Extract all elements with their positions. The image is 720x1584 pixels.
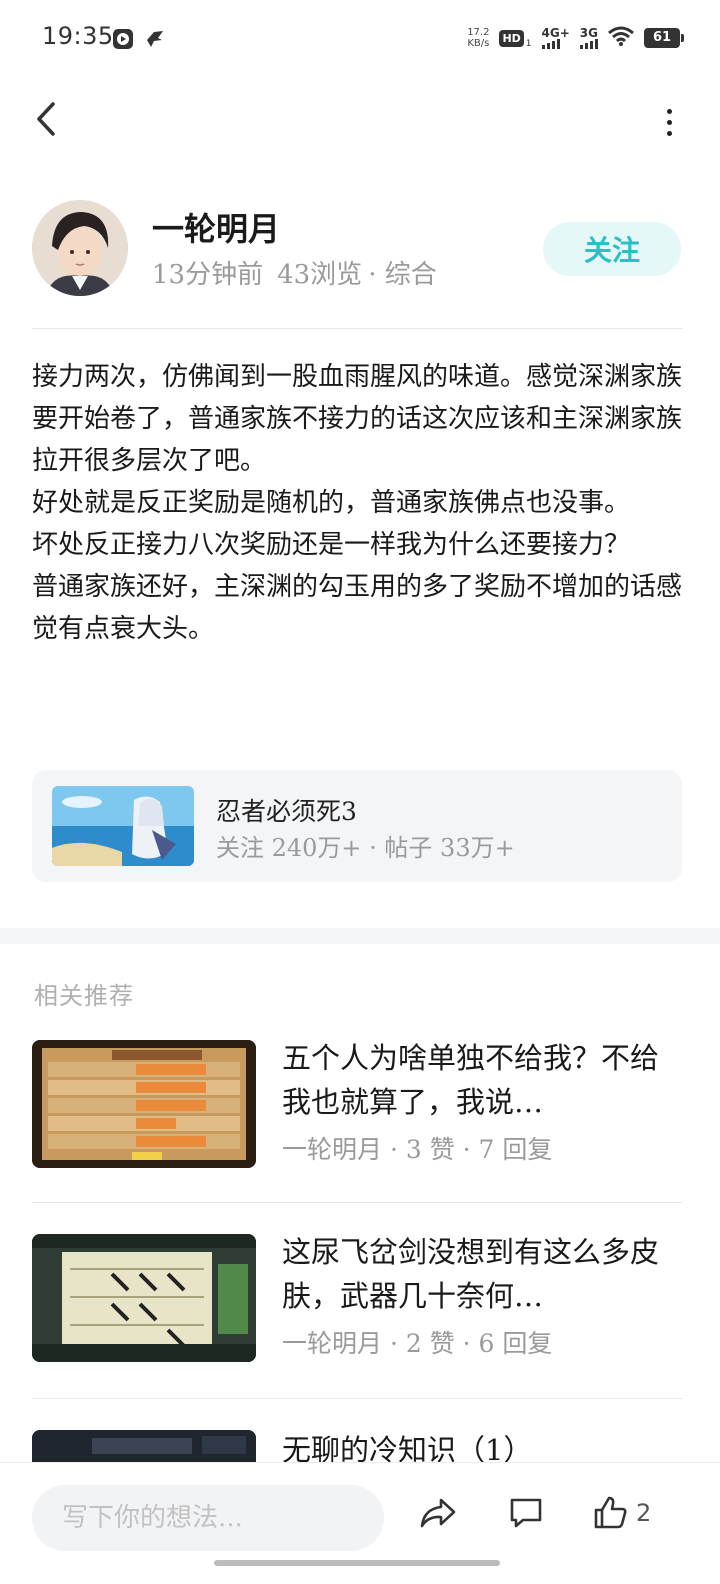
- signal-4g: 4G+: [541, 26, 570, 49]
- signal-3g: 3G: [579, 26, 598, 49]
- post-time: 13分钟前: [152, 260, 264, 290]
- game-meta: 关注 240万+ · 帖子 33万+: [216, 834, 515, 862]
- status-indicators: 17.2 KB/s HD 1 4G+ 3G 61: [467, 24, 684, 52]
- video-app-icon: [112, 28, 134, 50]
- recommend-thumbnail: [32, 1430, 256, 1462]
- recommend-item-title: 五个人为啥单独不给我？不给我也就算了，我说…: [282, 1041, 660, 1119]
- game-card[interactable]: 忍者必须死3 关注 240万+ · 帖子 33万+: [32, 770, 682, 882]
- net-speed-unit: KB/s: [467, 38, 490, 49]
- author-name[interactable]: 一轮明月: [152, 204, 280, 250]
- bird-app-icon: [144, 28, 166, 50]
- post-paragraph: 坏处反正接力八次奖励还是一样我为什么还要接力？: [32, 530, 631, 560]
- more-options-button[interactable]: [654, 100, 684, 144]
- section-separator: [0, 928, 720, 944]
- follow-button[interactable]: 关注: [543, 222, 681, 276]
- comment-icon: [508, 1496, 544, 1534]
- recommend-item[interactable]: 五个人为啥单独不给我？不给我也就算了，我说… 一轮明月 · 3 赞 · 7 回复: [32, 1040, 682, 1200]
- chevron-left-icon: [35, 101, 57, 141]
- status-time: 19:35: [42, 22, 114, 50]
- recommend-thumbnail: [32, 1234, 256, 1362]
- author-meta: 13分钟前 43浏览 · 综合: [152, 254, 437, 291]
- recommend-item[interactable]: 无聊的冷知识（1）: [32, 1430, 682, 1462]
- post-paragraph: 好处就是反正奖励是随机的，普通家族佛点也没事。: [32, 488, 631, 518]
- comment-button[interactable]: [504, 1493, 548, 1537]
- signal-3g-label: 3G: [579, 26, 598, 40]
- wifi-icon: [608, 26, 634, 50]
- recommend-item-meta: 一轮明月 · 3 赞 · 7 回复: [282, 1135, 553, 1164]
- author-avatar[interactable]: [32, 200, 128, 296]
- divider: [32, 328, 682, 329]
- net-speed: 17.2 KB/s: [467, 27, 489, 49]
- signal-bars-icon: [541, 39, 560, 49]
- divider: [32, 1202, 682, 1203]
- divider: [32, 1398, 682, 1399]
- battery-icon: 61: [644, 28, 684, 48]
- thumbs-up-icon: [592, 1495, 628, 1535]
- recommend-item-meta: 一轮明月 · 2 赞 · 6 回复: [282, 1329, 553, 1358]
- recommend-thumbnail: [32, 1040, 256, 1168]
- share-button[interactable]: [416, 1493, 460, 1537]
- signal-4g-label: 4G+: [541, 26, 570, 40]
- recommend-item[interactable]: 这尿飞岔剑没想到有这么多皮肤，武器几十奈何… 一轮明月 · 2 赞 · 6 回复: [32, 1234, 682, 1394]
- like-button[interactable]: [588, 1493, 632, 1537]
- post-category: · 综合: [368, 260, 437, 290]
- recommend-item-title: 这尿飞岔剑没想到有这么多皮肤，武器几十奈何…: [282, 1235, 660, 1313]
- more-vertical-icon: [666, 108, 672, 114]
- game-title: 忍者必须死3: [216, 797, 357, 826]
- home-indicator[interactable]: [214, 1560, 500, 1566]
- signal-bars-icon: [579, 39, 598, 49]
- like-count: 2: [636, 1499, 652, 1527]
- game-thumbnail: [52, 786, 194, 866]
- post-content: 接力两次，仿佛闻到一股血雨腥风的味道。感觉深渊家族要开始卷了，普通家族不接力的话…: [32, 356, 682, 650]
- hd-sub: 1: [525, 39, 532, 49]
- status-bar: 19:35 17.2 KB/s HD 1 4G+ 3G 61: [0, 0, 720, 76]
- view-count: 43浏览: [277, 260, 363, 290]
- recommend-section-title: 相关推荐: [34, 982, 134, 1010]
- back-button[interactable]: [26, 96, 66, 146]
- share-icon: [419, 1497, 457, 1533]
- post-paragraph: 接力两次，仿佛闻到一股血雨腥风的味道。感觉深渊家族要开始卷了，普通家族不接力的话…: [32, 362, 683, 476]
- comment-input[interactable]: [32, 1485, 384, 1551]
- recommend-item-title: 无聊的冷知识（1）: [282, 1433, 533, 1462]
- post-paragraph: 普通家族还好，主深渊的勾玉用的多了奖励不增加的话感觉有点衰大头。: [32, 572, 683, 644]
- net-speed-value: 17.2: [467, 27, 490, 38]
- hd-badge: HD: [499, 29, 524, 47]
